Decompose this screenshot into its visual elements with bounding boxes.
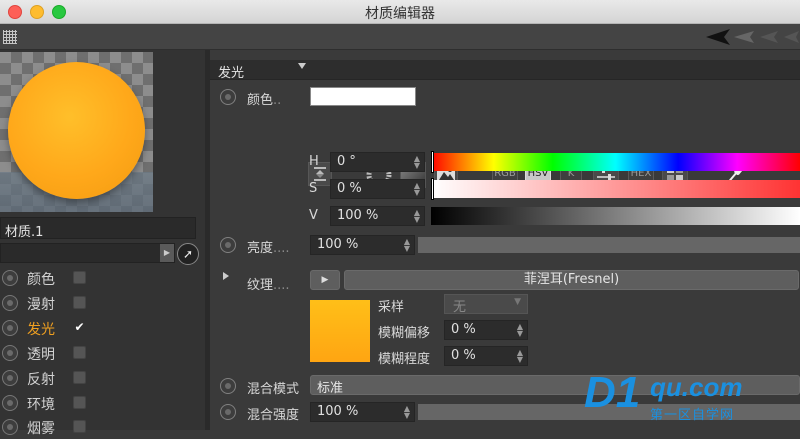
channel-label: 烟雾 (27, 421, 55, 437)
mix-mode-label: 混合模式 (247, 382, 300, 397)
hue-slider-handle[interactable] (431, 151, 434, 173)
h-input[interactable]: 0 ° ▲ ▼ (330, 152, 425, 172)
texture-menu-button[interactable]: ▶ (310, 270, 340, 290)
channel-transparency[interactable]: 透明 (0, 341, 205, 365)
section-title: 发光 (218, 66, 245, 81)
s-label: S (309, 181, 318, 196)
left-panel: 材质.1 ▶ ➚ 颜色 漫射 发光 ✔ 透明 反射 环境 烟雾 (0, 50, 205, 437)
saturation-slider[interactable] (431, 180, 800, 198)
color-swatch[interactable] (310, 87, 416, 106)
mix-strength-keyframe-radio[interactable] (220, 404, 236, 420)
color-label: 颜色.. (247, 93, 282, 108)
brightness-input[interactable]: 100 % ▲ ▼ (310, 235, 415, 255)
channel-label: 环境 (27, 397, 55, 413)
channel-reflectance[interactable]: 反射 (0, 366, 205, 390)
channel-fog[interactable]: 烟雾 (0, 415, 205, 439)
channel-label: 发光 (27, 322, 55, 338)
brightness-label: 亮度.... (247, 241, 290, 256)
dropdown-arrow-icon[interactable]: ▶ (160, 244, 174, 262)
material-name-field[interactable]: 材质.1 (0, 217, 196, 240)
nav-arrows-icon[interactable] (704, 28, 800, 46)
channel-checkbox[interactable] (73, 396, 86, 409)
mix-strength-label: 混合强度 (247, 408, 300, 423)
window-title: 材质编辑器 (365, 6, 435, 22)
color-keyframe-radio[interactable] (220, 89, 236, 105)
window-titlebar: 材质编辑器 (0, 0, 800, 24)
v-input[interactable]: 100 % ▲ ▼ (330, 206, 425, 226)
mix-mode-keyframe-radio[interactable] (220, 378, 236, 394)
v-label: V (309, 208, 318, 223)
h-label: H (309, 154, 319, 169)
mix-strength-input[interactable]: 100 % ▲ ▼ (310, 402, 415, 422)
attribute-panel: 发光 颜色.. RGB HSV K HEX H 0 ° ▲ ▼ S 0 % ▲ ▼ V … (210, 50, 800, 430)
sampling-label: 采样 (378, 300, 405, 315)
collapse-triangle-icon[interactable] (298, 63, 306, 69)
channel-radio[interactable] (2, 370, 18, 386)
channel-environment[interactable]: 环境 (0, 391, 205, 415)
channel-radio[interactable] (2, 345, 18, 361)
blur-offset-label: 模糊偏移 (378, 326, 431, 341)
saturation-slider-handle[interactable] (431, 178, 434, 200)
channel-radio[interactable] (2, 419, 18, 435)
channel-radio[interactable] (2, 395, 18, 411)
sampling-dropdown[interactable]: 无 ▼ (444, 294, 528, 315)
channel-checkbox[interactable] (73, 346, 86, 359)
material-preview[interactable] (0, 52, 153, 212)
brightness-slider[interactable] (418, 237, 800, 253)
toolbar (0, 24, 800, 50)
channel-checkbox[interactable] (73, 296, 86, 309)
texture-preview-swatch[interactable] (310, 300, 370, 362)
watermark-brand-sub: qu.com (650, 372, 743, 402)
brightness-keyframe-radio[interactable] (220, 237, 236, 253)
channel-checkbox[interactable] (73, 271, 86, 284)
watermark-logo: D1 qu.com 第一区自学网 (584, 368, 798, 428)
channel-color[interactable]: 颜色 (0, 266, 205, 290)
blur-offset-input[interactable]: 0 % ▲ ▼ (444, 320, 528, 340)
channel-label: 透明 (27, 347, 55, 363)
channel-checkbox[interactable] (73, 371, 86, 384)
channel-radio[interactable] (2, 320, 18, 336)
expand-triangle-icon[interactable] (223, 272, 229, 280)
hue-slider[interactable] (431, 153, 800, 171)
pointer-icon[interactable]: ➚ (177, 243, 199, 265)
channel-checkbox[interactable] (73, 420, 86, 433)
channel-checkbox-checked[interactable]: ✔ (73, 321, 86, 334)
grip-icon[interactable] (3, 30, 17, 44)
blur-scale-label: 模糊程度 (378, 352, 431, 367)
material-dropdown[interactable]: ▶ (0, 243, 175, 263)
shader-button[interactable]: 菲涅耳(Fresnel) (344, 270, 799, 290)
s-input[interactable]: 0 % ▲ ▼ (330, 179, 425, 199)
watermark-tagline: 第一区自学网 (650, 408, 735, 423)
channel-radio[interactable] (2, 270, 18, 286)
channel-luminance[interactable]: 发光 ✔ (0, 316, 205, 340)
texture-label: 纹理.... (247, 278, 290, 293)
channel-label: 漫射 (27, 297, 55, 313)
channel-diffusion[interactable]: 漫射 (0, 291, 205, 315)
watermark-brand-main: D1 (584, 368, 641, 417)
blur-scale-input[interactable]: 0 % ▲ ▼ (444, 346, 528, 366)
preview-sphere (8, 62, 145, 199)
value-slider[interactable] (431, 207, 800, 225)
channel-label: 颜色 (27, 272, 55, 288)
channel-radio[interactable] (2, 295, 18, 311)
channel-label: 反射 (27, 372, 55, 388)
